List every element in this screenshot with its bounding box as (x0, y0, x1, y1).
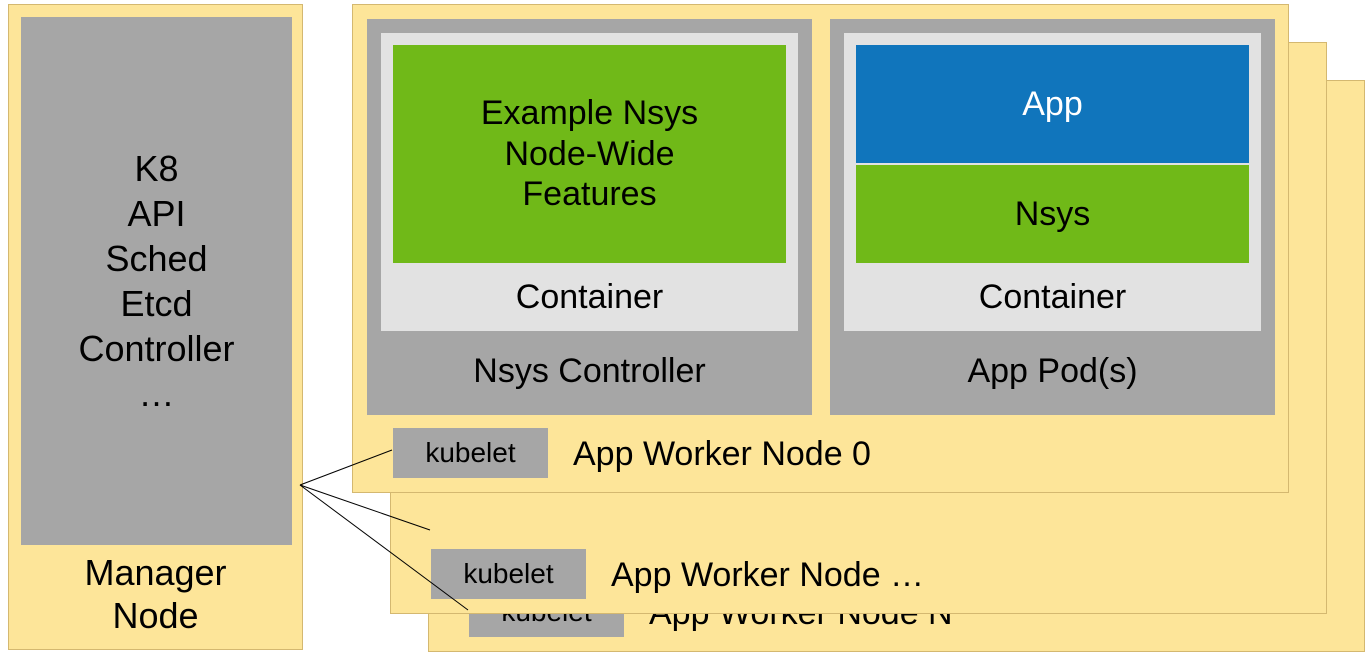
container-label: Container (381, 278, 798, 317)
app-box: App (856, 45, 1249, 163)
worker-node-label: App Worker Node 0 (573, 435, 871, 474)
worker-node-0: kubelet App Worker Node 0 Example Nsys N… (352, 4, 1289, 493)
manager-components-box: K8 API Sched Etcd Controller … (21, 17, 292, 545)
nsys-features-box: Example Nsys Node-Wide Features (393, 45, 786, 263)
manager-component: Controller (78, 326, 234, 371)
container-label: Container (844, 278, 1261, 317)
manager-component: Sched (105, 236, 207, 281)
pod-label: Nsys Controller (367, 352, 812, 391)
app-pod: App Nsys Container App Pod(s) (830, 19, 1275, 415)
manager-component: … (139, 371, 175, 416)
kubelet-box: kubelet (431, 549, 586, 599)
manager-node-panel: K8 API Sched Etcd Controller … Manager N… (8, 4, 303, 650)
nsys-container-box: Example Nsys Node-Wide Features Containe… (381, 33, 798, 331)
kubelet-box: kubelet (393, 428, 548, 478)
worker-node-label: App Worker Node … (611, 556, 924, 595)
pod-label: App Pod(s) (830, 352, 1275, 391)
manager-node-label: Manager Node (9, 551, 302, 637)
app-container-box: App Nsys Container (844, 33, 1261, 331)
manager-component: API (127, 191, 185, 236)
manager-component: K8 (134, 146, 178, 191)
nsys-controller-pod: Example Nsys Node-Wide Features Containe… (367, 19, 812, 415)
nsys-box: Nsys (856, 165, 1249, 263)
manager-component: Etcd (120, 281, 192, 326)
